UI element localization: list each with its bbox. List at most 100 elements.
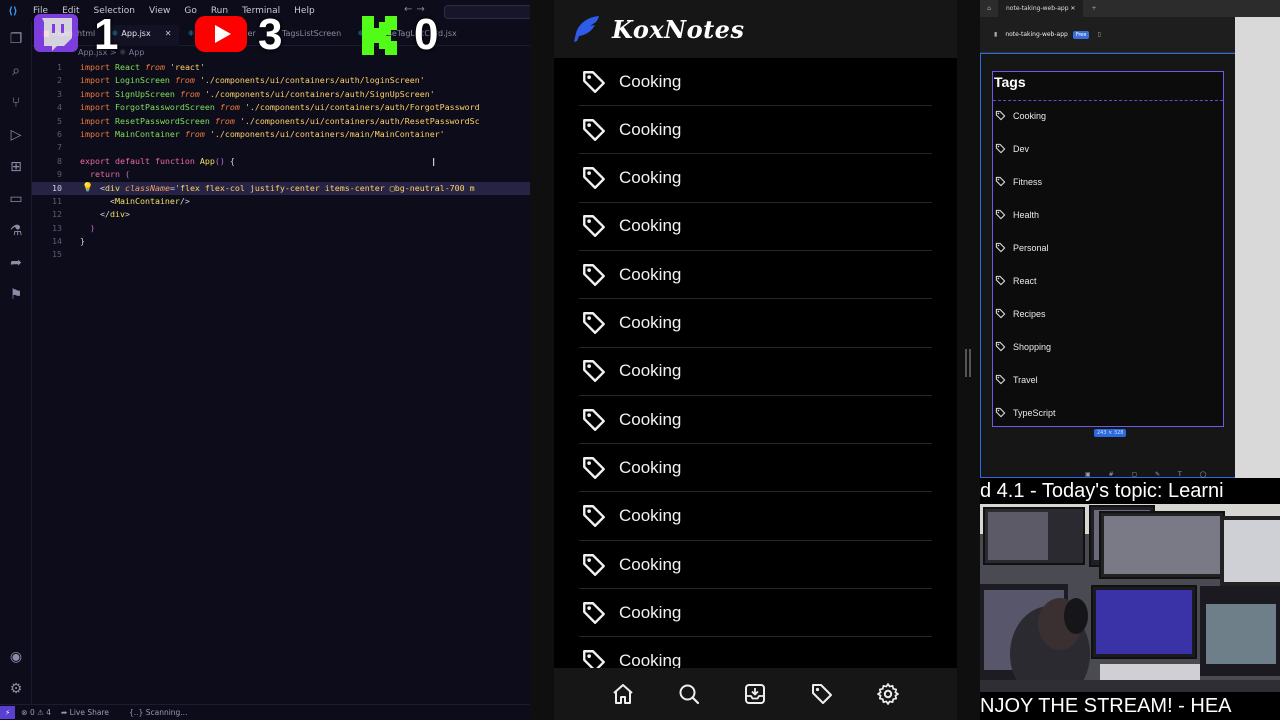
tag-label: Cooking xyxy=(619,71,682,91)
resize-handle[interactable] xyxy=(965,349,971,377)
app-title: KoxNotes xyxy=(612,14,745,44)
explorer-icon[interactable]: ❐ xyxy=(7,30,25,48)
menu-run[interactable]: Run xyxy=(204,6,235,16)
code-line: 5 import ResetPasswordScreen from './comp… xyxy=(32,115,530,128)
account-icon[interactable]: ◉ xyxy=(7,648,25,666)
tag-list-item[interactable]: Cooking xyxy=(579,58,932,106)
tag-label: Cooking xyxy=(619,554,682,574)
code-line: 6 import MainContainer from './components… xyxy=(32,128,530,141)
tag-label: Cooking xyxy=(619,506,682,526)
tag-list-item[interactable]: Cooking xyxy=(579,348,932,396)
code-line: 2 import LoginScreen from './components/u… xyxy=(32,74,530,87)
line-number: 10 xyxy=(52,182,62,193)
tags-frame[interactable]: Tags Cooking Dev Fitness Health Personal Reac… xyxy=(992,71,1224,427)
nav-archive-button[interactable] xyxy=(742,681,768,707)
home-icon[interactable]: ⌂ xyxy=(980,5,998,12)
figma-tag-item[interactable]: Personal xyxy=(995,231,1049,264)
figma-tab-bar: ⌂ note-taking-web-app ✕ + xyxy=(980,0,1280,17)
nav-home-button[interactable] xyxy=(610,681,636,707)
source-control-icon[interactable]: ⑂ xyxy=(7,94,25,112)
tag-label: Cooking xyxy=(619,602,682,622)
code-line: 3 import SignUpScreen from './components/… xyxy=(32,88,530,101)
live-share-icon[interactable]: ➦ xyxy=(7,254,25,272)
tag-list-item[interactable]: Cooking xyxy=(579,638,932,668)
menu-help[interactable]: Help xyxy=(287,6,322,16)
code-line: 4 import ForgotPasswordScreen from './com… xyxy=(32,101,530,114)
vscode-logo-icon: ⟨⟩ xyxy=(8,5,18,17)
tag-label: Cooking xyxy=(619,264,682,284)
gear-icon[interactable]: ⚙ xyxy=(7,680,25,698)
figma-tag-item[interactable]: Travel xyxy=(995,363,1038,396)
remote-explorer-icon[interactable]: ▭ xyxy=(7,190,25,208)
menu-go[interactable]: Go xyxy=(177,6,203,16)
tag-icon xyxy=(995,374,1006,385)
tag-label: Cooking xyxy=(619,409,682,429)
tag-icon xyxy=(995,209,1006,220)
figma-tag-item[interactable]: Dev xyxy=(995,132,1029,165)
tag-list-item[interactable]: Cooking xyxy=(579,106,932,155)
close-icon[interactable]: ✕ xyxy=(1070,5,1075,12)
run-debug-icon[interactable]: ▷ xyxy=(7,126,25,144)
panel-toggle-icon[interactable]: ▯ xyxy=(1097,31,1100,38)
nav-settings-button[interactable] xyxy=(875,681,901,707)
close-icon[interactable]: ✕ xyxy=(165,29,172,38)
remote-indicator-icon[interactable]: ⚡ xyxy=(0,706,16,719)
figma-tag-label: TypeScript xyxy=(1013,407,1056,418)
figma-file-name[interactable]: note-taking-web-app xyxy=(1005,31,1068,38)
app-header: KoxNotes xyxy=(554,0,957,58)
tag-icon xyxy=(581,213,607,239)
figma-tag-label: Personal xyxy=(1013,242,1049,253)
line-text: import LoginScreen from './components/ui… xyxy=(80,75,425,86)
live-share-status[interactable]: ➦ Live Share xyxy=(61,708,119,717)
line-number: 8 xyxy=(57,155,62,166)
archive-icon xyxy=(745,684,766,704)
search-icon[interactable]: ⌕ xyxy=(7,62,25,80)
figma-menu-icon[interactable]: ▮ xyxy=(994,31,997,38)
line-number: 15 xyxy=(52,249,62,260)
command-center[interactable] xyxy=(444,5,530,19)
tag-list-item[interactable]: Cooking xyxy=(579,541,932,589)
line-text: <MainContainer/> xyxy=(109,195,190,206)
testing-icon[interactable]: ⚗ xyxy=(7,222,25,240)
tag-icon xyxy=(581,117,607,143)
tag-list-item[interactable]: Cooking xyxy=(579,396,932,445)
text-cursor-icon: I xyxy=(432,156,436,169)
tab-label: App.jsx xyxy=(121,29,151,38)
figma-tag-item[interactable]: React xyxy=(995,264,1037,297)
menu-view[interactable]: View xyxy=(142,6,177,16)
line-number: 14 xyxy=(52,236,62,247)
figma-tag-item[interactable]: Cooking xyxy=(995,99,1046,132)
code-editor[interactable]: 1 import React from 'react' 2 import Login… xyxy=(32,61,530,262)
tag-list-item[interactable]: Cooking xyxy=(579,493,932,541)
tag-icon xyxy=(581,358,607,384)
figma-canvas[interactable]: Tags Cooking Dev Fitness Health Personal Reac… xyxy=(980,53,1235,478)
line-text: import ResetPasswordScreen from './compo… xyxy=(80,115,480,126)
line-text: import ForgotPasswordScreen from './comp… xyxy=(80,102,480,113)
tag-list-item[interactable]: Cooking xyxy=(579,203,932,251)
figma-tag-item[interactable]: Shopping xyxy=(995,330,1051,363)
bookmark-icon[interactable]: ⚑ xyxy=(7,286,25,304)
code-line: 15 xyxy=(32,248,530,261)
tag-list-item[interactable]: Cooking xyxy=(579,589,932,638)
nav-tags-button[interactable] xyxy=(809,681,835,707)
figma-bottom-toolbar[interactable]: ▣ # ▢ ✎ T ◯ ▤ xyxy=(1085,471,1236,478)
figma-tag-item[interactable]: Recipes xyxy=(995,297,1046,330)
nav-search-button[interactable] xyxy=(676,681,702,707)
tag-icon xyxy=(995,308,1006,319)
line-text: export default function App() { xyxy=(80,155,235,166)
plus-icon[interactable]: + xyxy=(1091,5,1096,12)
tag-list-item[interactable]: Cooking xyxy=(579,300,932,348)
problems-indicator[interactable]: ⊗ 0 ⚠ 4 xyxy=(21,708,51,717)
figma-file-tab[interactable]: note-taking-web-app ✕ xyxy=(998,0,1084,17)
line-text: import React from 'react' xyxy=(80,62,205,72)
figma-tag-item[interactable]: TypeScript xyxy=(995,396,1056,429)
figma-tag-item[interactable]: Fitness xyxy=(995,165,1042,198)
tag-list-item[interactable]: Cooking xyxy=(579,155,932,203)
tag-list-item[interactable]: Cooking xyxy=(579,444,932,493)
tag-icon xyxy=(581,310,607,336)
tag-list[interactable]: Cooking Cooking Cooking Cooking Cooking Cooki… xyxy=(554,58,957,668)
figma-tag-item[interactable]: Health xyxy=(995,198,1039,231)
tag-list-item[interactable]: Cooking xyxy=(579,251,932,300)
twitch-viewer-count: 1 xyxy=(94,10,119,59)
extensions-icon[interactable]: ⊞ xyxy=(7,158,25,176)
